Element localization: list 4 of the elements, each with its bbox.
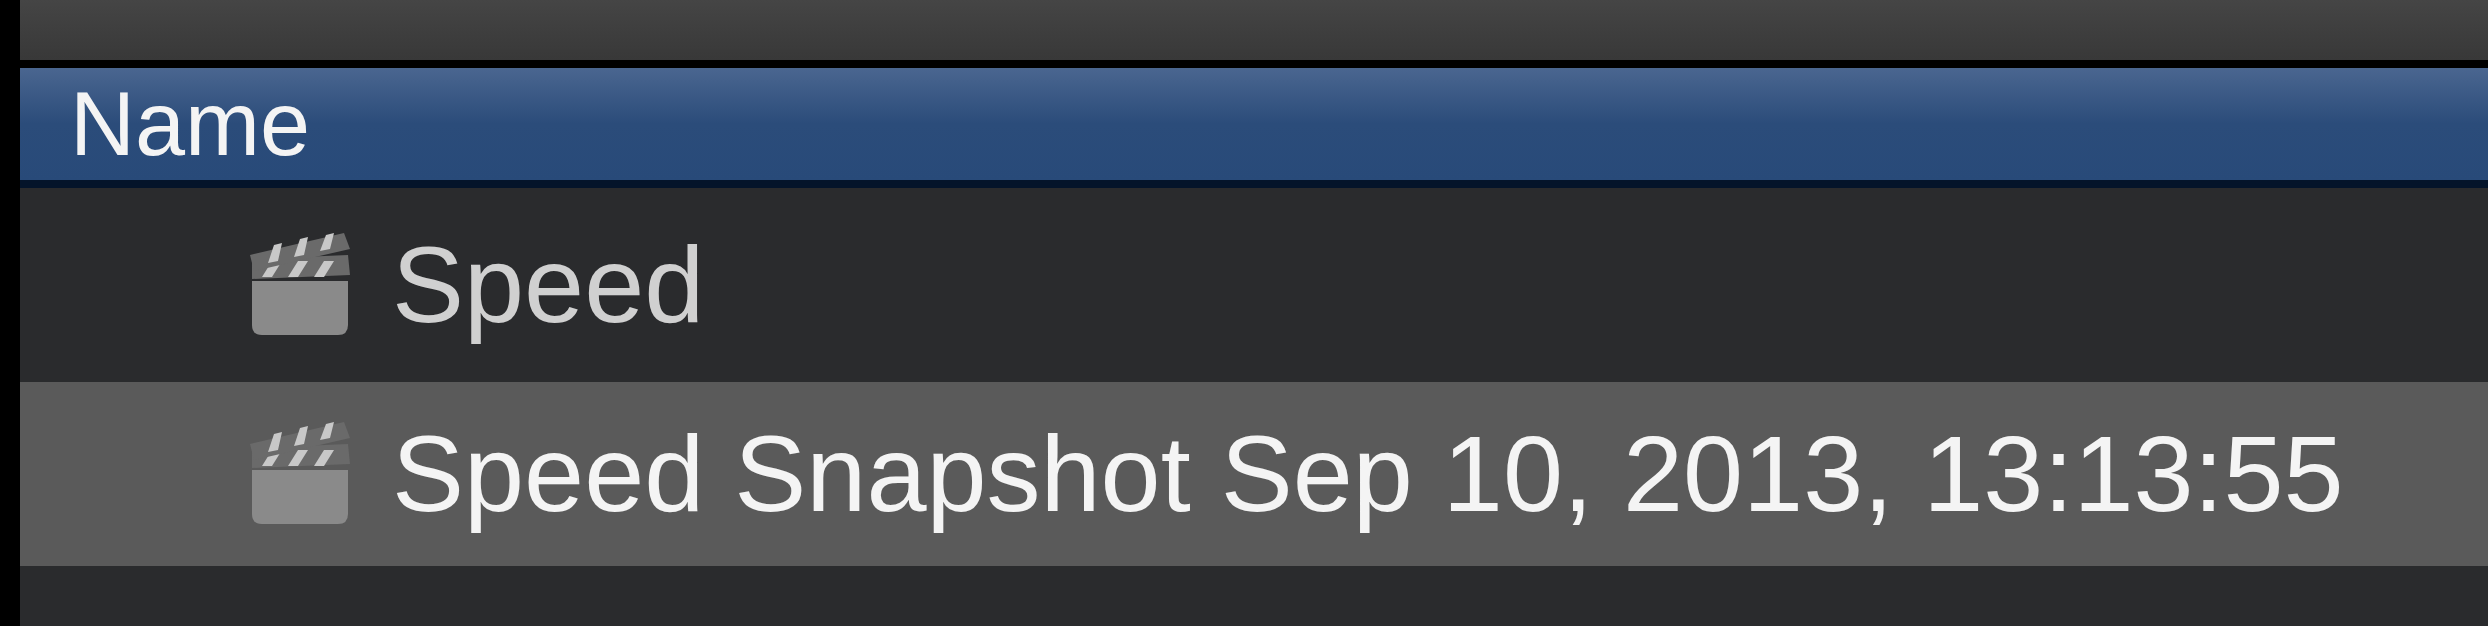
project-name: Speed xyxy=(392,223,705,348)
column-header[interactable]: Name xyxy=(20,79,311,169)
table-row[interactable]: Speed Snapshot Sep 10, 2013, 13:13:55 xyxy=(20,382,2488,566)
project-name: Speed Snapshot Sep 10, 2013, 13:13:55 xyxy=(392,412,2344,537)
